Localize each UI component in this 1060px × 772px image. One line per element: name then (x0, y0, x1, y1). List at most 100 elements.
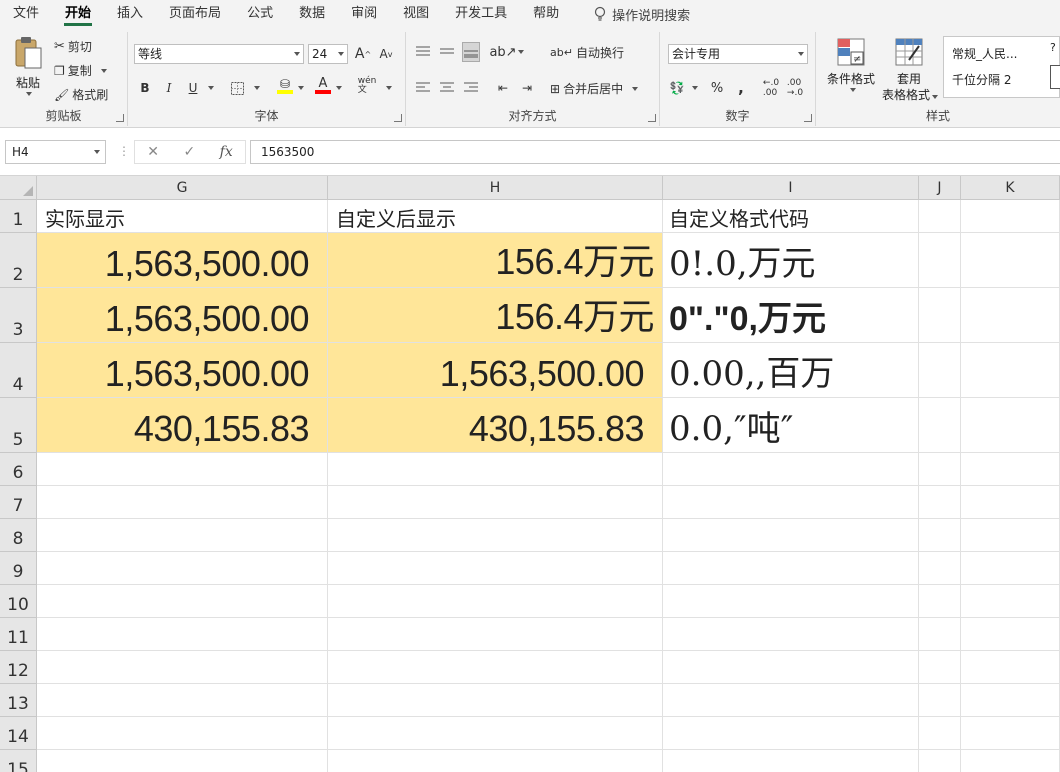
row-header-3[interactable]: 3 (0, 288, 37, 343)
grow-font-button[interactable]: A ^ (354, 44, 372, 64)
menu-data[interactable]: 数据 (286, 0, 338, 28)
cell-h11[interactable] (328, 618, 663, 651)
column-header-g[interactable]: G (37, 176, 328, 200)
underline-dropdown-icon[interactable] (208, 86, 214, 90)
accounting-button[interactable]: 💱 (668, 78, 686, 98)
select-all-button[interactable] (0, 176, 37, 200)
cell-g1[interactable]: 实际显示 (37, 200, 328, 233)
cell-i8[interactable] (663, 519, 919, 552)
menu-help[interactable]: 帮助 (520, 0, 572, 28)
increase-indent-button[interactable]: ⇥ (518, 78, 536, 98)
cell-h6[interactable] (328, 453, 663, 486)
align-right-button[interactable] (462, 78, 480, 98)
menu-insert[interactable]: 插入 (104, 0, 156, 28)
cell-g15[interactable] (37, 750, 328, 772)
comma-button[interactable]: , (732, 78, 750, 98)
cell-i15[interactable] (663, 750, 919, 772)
cell-k4[interactable] (961, 343, 1060, 398)
menu-home[interactable]: 开始 (52, 0, 104, 28)
bold-button[interactable]: B (136, 78, 154, 98)
cell-g13[interactable] (37, 684, 328, 717)
menu-page-layout[interactable]: 页面布局 (156, 0, 234, 28)
paste-dropdown-icon[interactable] (26, 92, 32, 96)
cell-i11[interactable] (663, 618, 919, 651)
cell-j12[interactable] (919, 651, 961, 684)
gallery-expand-icon[interactable] (1050, 65, 1060, 89)
font-size-select[interactable]: 24 (308, 44, 348, 64)
cell-i1[interactable]: 自定义格式代码 (663, 200, 919, 233)
formula-input[interactable]: 1563500 (250, 140, 1060, 164)
cell-h2[interactable]: 156.4万元 (328, 233, 663, 288)
cell-j14[interactable] (919, 717, 961, 750)
row-header-11[interactable]: 11 (0, 618, 37, 651)
name-box[interactable]: H4 (5, 140, 106, 164)
cell-j10[interactable] (919, 585, 961, 618)
formula-bar-grip-icon[interactable]: ⋮ (118, 144, 130, 158)
menu-formulas[interactable]: 公式 (234, 0, 286, 28)
increase-decimal-button[interactable]: ←.0.00 (762, 78, 780, 98)
cell-k7[interactable] (961, 486, 1060, 519)
cell-i2[interactable]: 0!.0,万元 (663, 233, 919, 288)
cell-k8[interactable] (961, 519, 1060, 552)
decrease-indent-button[interactable]: ⇤ (494, 78, 512, 98)
tell-me-search[interactable]: 操作说明搜索 (594, 5, 690, 24)
percent-button[interactable]: % (708, 78, 726, 98)
cell-g9[interactable] (37, 552, 328, 585)
align-middle-button[interactable] (438, 42, 456, 62)
cell-j11[interactable] (919, 618, 961, 651)
cell-h14[interactable] (328, 717, 663, 750)
phonetic-dropdown-icon[interactable] (386, 86, 392, 90)
cell-k6[interactable] (961, 453, 1060, 486)
row-header-14[interactable]: 14 (0, 717, 37, 750)
row-header-2[interactable]: 2 (0, 233, 37, 288)
cell-g8[interactable] (37, 519, 328, 552)
cut-button[interactable]: ✂ 剪切 (54, 38, 92, 55)
cell-h10[interactable] (328, 585, 663, 618)
cell-h7[interactable] (328, 486, 663, 519)
copy-button[interactable]: ❐ 复制 (54, 62, 107, 79)
italic-button[interactable]: I (160, 78, 178, 98)
decrease-decimal-button[interactable]: .00 →.0 (786, 78, 804, 98)
cell-g5[interactable]: 430,155.83 (37, 398, 328, 453)
menu-review[interactable]: 审阅 (338, 0, 390, 28)
gallery-scroll-icon[interactable]: ? (1050, 41, 1056, 54)
row-header-1[interactable]: 1 (0, 200, 37, 233)
cell-i9[interactable] (663, 552, 919, 585)
cell-i5[interactable]: 0.0,″吨″ (663, 398, 919, 453)
cell-k5[interactable] (961, 398, 1060, 453)
alignment-launcher-icon[interactable] (648, 114, 656, 122)
menu-file[interactable]: 文件 (0, 0, 52, 28)
cell-g10[interactable] (37, 585, 328, 618)
cell-h9[interactable] (328, 552, 663, 585)
cell-i7[interactable] (663, 486, 919, 519)
cell-k9[interactable] (961, 552, 1060, 585)
cell-g7[interactable] (37, 486, 328, 519)
column-header-j[interactable]: J (919, 176, 961, 200)
accounting-dropdown-icon[interactable] (692, 86, 698, 90)
cell-h13[interactable] (328, 684, 663, 717)
cell-j13[interactable] (919, 684, 961, 717)
cell-g6[interactable] (37, 453, 328, 486)
row-header-7[interactable]: 7 (0, 486, 37, 519)
number-format-select[interactable]: 会计专用 (668, 44, 808, 64)
cell-h1[interactable]: 自定义后显示 (328, 200, 663, 233)
cell-i14[interactable] (663, 717, 919, 750)
font-launcher-icon[interactable] (394, 114, 402, 122)
cell-j7[interactable] (919, 486, 961, 519)
shrink-font-button[interactable]: Av (377, 44, 395, 64)
cell-j1[interactable] (919, 200, 961, 233)
orientation-button[interactable]: ab↗ (489, 42, 516, 62)
fill-color-button[interactable]: ⛁ (276, 76, 294, 96)
row-header-12[interactable]: 12 (0, 651, 37, 684)
merge-center-button[interactable]: ⊞ 合并后居中 (550, 80, 639, 97)
row-header-5[interactable]: 5 (0, 398, 37, 453)
cell-j15[interactable] (919, 750, 961, 772)
row-header-15[interactable]: 15 (0, 750, 37, 772)
number-launcher-icon[interactable] (804, 114, 812, 122)
conditional-format-button[interactable]: ≠ 条件格式 (822, 36, 880, 102)
orientation-dropdown-icon[interactable] (518, 50, 524, 54)
cell-i12[interactable] (663, 651, 919, 684)
cell-j6[interactable] (919, 453, 961, 486)
wrap-text-button[interactable]: ab↵ 自动换行 (550, 44, 624, 61)
column-header-k[interactable]: K (961, 176, 1060, 200)
